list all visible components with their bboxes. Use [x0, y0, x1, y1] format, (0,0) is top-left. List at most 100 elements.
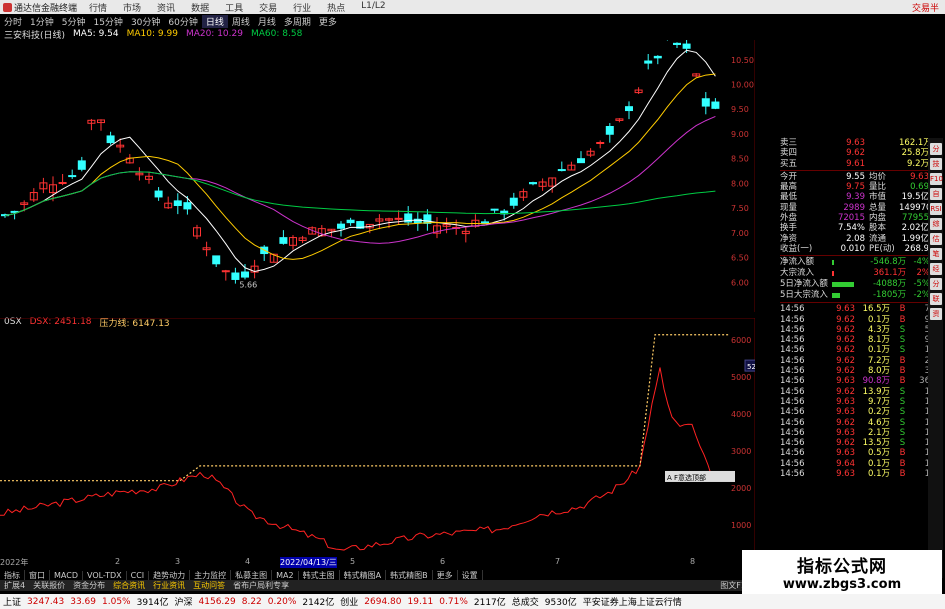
- trade-row: 14:569.6213.5万S1: [780, 438, 930, 449]
- order-book-row: 卖三 9.63 162.1万: [780, 138, 932, 148]
- candle: [375, 214, 384, 230]
- candle: [567, 161, 576, 171]
- floating-tip[interactable]: A F意选顶部: [665, 470, 735, 482]
- watermark-title: 指标公式网: [797, 557, 887, 577]
- side-tool-icon[interactable]: 技: [930, 158, 942, 170]
- side-tool-icon[interactable]: 笔: [930, 248, 942, 260]
- info-tab[interactable]: 综合资讯: [109, 580, 149, 591]
- trade-menu-right[interactable]: 交易半: [912, 1, 945, 14]
- side-tool-icon[interactable]: 分: [930, 143, 942, 155]
- indicator-tab[interactable]: VOL-TDX: [83, 570, 127, 580]
- side-tool-icon[interactable]: 经: [930, 263, 942, 275]
- low-price-label: 5.66: [239, 281, 257, 290]
- period-tab[interactable]: 30分钟: [127, 15, 164, 28]
- side-tool-icon[interactable]: 联: [930, 293, 942, 305]
- svg-text:A F意选顶部: A F意选顶部: [667, 473, 706, 482]
- status-item: 3914亿: [136, 598, 169, 608]
- indicator-chart[interactable]: 6000 5000 4000 3000 2000 1000 5299.81 A F意选顶部: [0, 318, 755, 562]
- candle: [77, 156, 86, 172]
- indicator-tab[interactable]: MACD: [50, 570, 83, 580]
- candle: [164, 196, 173, 209]
- menu-item[interactable]: 数据: [183, 1, 217, 14]
- side-tool-icon[interactable]: RSI: [930, 203, 942, 215]
- period-tab[interactable]: 1分钟: [26, 15, 58, 28]
- indicator-tick: 5000: [731, 373, 751, 382]
- trade-row: 14:569.628.1万S9: [780, 335, 930, 346]
- candle: [87, 118, 96, 131]
- candle: [221, 269, 230, 281]
- flow-row: 5日净流入额 -4088万 -5%: [780, 279, 930, 290]
- candle: [39, 177, 48, 194]
- flow-bar: [831, 268, 862, 279]
- status-item: 2694.80: [364, 596, 402, 607]
- menu-item[interactable]: 热点: [319, 1, 353, 14]
- status-item: 19.11: [407, 596, 434, 607]
- flow-bar: [831, 290, 862, 301]
- indicator-tab[interactable]: CCI: [127, 570, 150, 580]
- period-tab[interactable]: 月线: [254, 15, 280, 28]
- period-tab[interactable]: 周线: [228, 15, 254, 28]
- ma5-line: [4, 49, 716, 272]
- indicator-tab[interactable]: 私募主图: [231, 569, 273, 581]
- indicator-tab[interactable]: 指标: [0, 569, 25, 581]
- candle: [58, 174, 67, 186]
- side-tool-icon[interactable]: F10: [930, 173, 943, 185]
- indicator-tab[interactable]: 韩式精图B: [386, 569, 433, 581]
- menu-item[interactable]: 工具: [217, 1, 251, 14]
- period-tab[interactable]: 5分钟: [58, 15, 90, 28]
- info-tab[interactable]: 省布户局利专享: [229, 580, 293, 591]
- candle: [346, 217, 355, 226]
- info-tab[interactable]: 资金分布: [69, 580, 109, 591]
- price-tick: 9.00: [731, 130, 749, 139]
- flow-row: 大宗流入 361.1万 2%: [780, 268, 930, 279]
- period-tab[interactable]: 更多: [315, 15, 341, 28]
- info-tab[interactable]: 关联报价: [29, 580, 69, 591]
- menu-item[interactable]: 交易: [251, 1, 285, 14]
- flow-row: 5日大宗流入 -1805万 -2%: [780, 290, 930, 301]
- trade-row: 14:569.632.1万S1: [780, 427, 930, 438]
- indicator-tab[interactable]: MA2: [272, 570, 299, 580]
- candle: [692, 73, 701, 78]
- side-tool-icon[interactable]: 分: [930, 278, 942, 290]
- info-tab[interactable]: 扩展4: [0, 580, 29, 591]
- info-tab[interactable]: 行业资讯: [149, 580, 189, 591]
- info-tab[interactable]: 互动问答: [189, 580, 229, 591]
- candle: [634, 87, 643, 95]
- ma10-value: MA10: 9.99: [126, 29, 178, 39]
- indicator-tab[interactable]: 窗口: [25, 569, 50, 581]
- price-tick: 8.50: [731, 155, 749, 164]
- status-item: 2117亿: [473, 598, 506, 608]
- period-tab[interactable]: 15分钟: [89, 15, 126, 28]
- period-tab[interactable]: 多周期: [280, 15, 315, 28]
- candlestick-chart[interactable]: 10.50 10.00 9.50 9.00 8.50 8.00 7.50 7.00 6.50 6.…: [0, 40, 755, 312]
- quote-stat-row: 净资 2.08 流通 1.99亿: [780, 233, 929, 244]
- candle: [154, 187, 163, 201]
- candle: [605, 123, 614, 143]
- indicator-tab[interactable]: 主力监控: [190, 569, 232, 581]
- main-menu: 行情 市场 资讯 数据 工具 交易 行业 热点 L1/L2: [81, 1, 394, 14]
- indicator-tab[interactable]: 趋势动力: [149, 569, 191, 581]
- status-item: 1.05%: [102, 596, 131, 607]
- trade-ticks[interactable]: 14:569.6316.5万B714:569.620.1万B914:569.62…: [780, 304, 930, 479]
- side-tool-icon[interactable]: 自: [930, 188, 942, 200]
- candle: [404, 206, 413, 226]
- period-tab[interactable]: 60分钟: [164, 15, 201, 28]
- indicator-tab[interactable]: 设置: [458, 569, 483, 581]
- menu-item[interactable]: L1/L2: [353, 1, 394, 14]
- candle: [625, 101, 633, 120]
- menu-item[interactable]: 资讯: [149, 1, 183, 14]
- side-tool-icon[interactable]: 估: [930, 233, 942, 245]
- period-tab[interactable]: 日线: [201, 14, 228, 28]
- side-tool-icon[interactable]: 资: [930, 308, 942, 320]
- menu-item[interactable]: 行业: [285, 1, 319, 14]
- period-tab[interactable]: 分时: [0, 15, 26, 28]
- app-logo-icon: [3, 2, 12, 12]
- menu-item[interactable]: 行情: [81, 1, 115, 14]
- indicator-tab[interactable]: 韩式主图: [299, 569, 340, 581]
- menu-item[interactable]: 市场: [115, 1, 149, 14]
- side-tool-icon[interactable]: 综: [930, 218, 942, 230]
- candle: [519, 188, 528, 201]
- indicator-tab[interactable]: 更多: [433, 569, 458, 581]
- indicator-tab[interactable]: 韩式精图A: [340, 569, 387, 581]
- price-tick: 7.50: [731, 204, 749, 213]
